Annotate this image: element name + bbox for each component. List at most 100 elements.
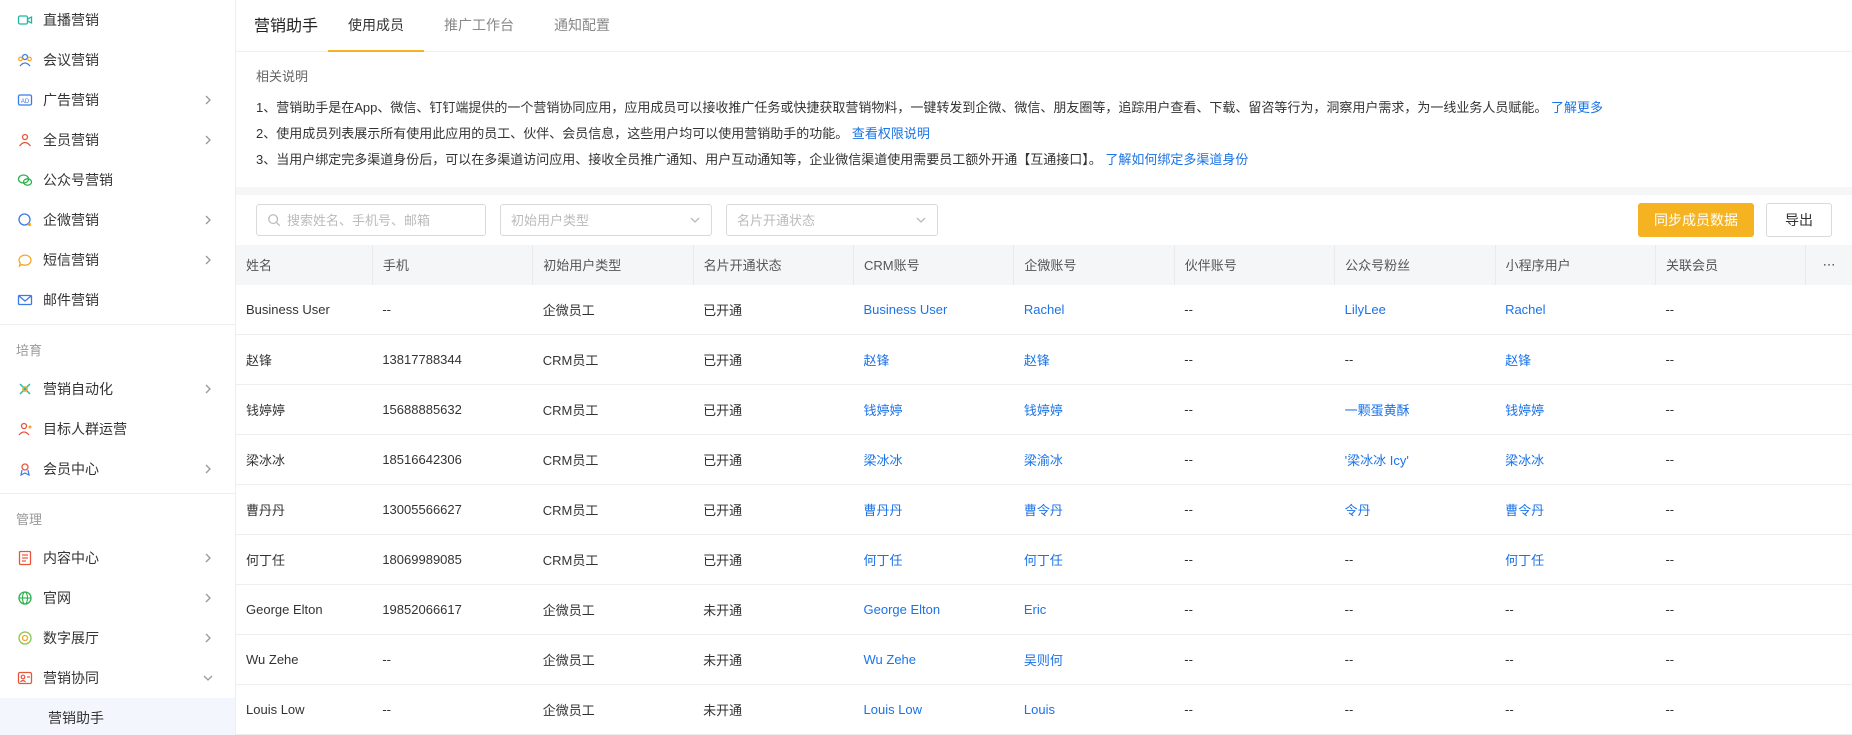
table-cell: -- xyxy=(1655,284,1806,335)
table-cell[interactable]: Business User xyxy=(853,284,1014,335)
description-title: 相关说明 xyxy=(256,69,309,84)
table-cell[interactable]: Louis xyxy=(1013,684,1175,735)
sidebar-item-label: 企微营销 xyxy=(43,212,99,228)
table-cell[interactable]: 曹丹丹 xyxy=(853,484,1014,535)
sidebar-item-mail[interactable]: 邮件营销 xyxy=(0,280,235,320)
table-cell: CRM员工 xyxy=(532,384,694,435)
learn-more-link[interactable]: 了解更多 xyxy=(1551,100,1603,115)
sidebar-item-automation[interactable]: 营销自动化 xyxy=(0,369,235,409)
table-cell[interactable]: 钱婷婷 xyxy=(1013,384,1175,435)
chevron-down-icon xyxy=(916,217,926,223)
export-button[interactable]: 导出 xyxy=(1766,202,1832,237)
table-cell[interactable]: Wu Zehe xyxy=(853,634,1014,685)
table-row[interactable]: Wu Zehe -- 企微员工 未开通 Wu Zehe 吴则何 -- -- -- -- xyxy=(236,634,1852,685)
table-cell[interactable]: 吴则何 xyxy=(1013,634,1175,685)
table-cell: CRM员工 xyxy=(532,484,694,535)
collab-icon xyxy=(16,669,34,687)
user-type-select[interactable]: 初始用户类型 xyxy=(500,203,712,236)
table-cell: -- xyxy=(372,284,533,335)
permission-link[interactable]: 查看权限说明 xyxy=(852,126,930,141)
top-tabs-bar: 营销助手 使用成员 推广工作台 通知配置 xyxy=(236,0,1852,52)
table-cell[interactable]: 曹令丹 xyxy=(1013,484,1175,535)
column-header: 企微账号 xyxy=(1013,244,1175,285)
chevron-right-icon xyxy=(201,631,215,645)
table-row[interactable]: 曹丹丹 13005566627 CRM员工 已开通 曹丹丹 曹令丹 -- 令丹 曹令丹 -- xyxy=(236,484,1852,535)
sidebar-item-ad[interactable]: AD 广告营销 xyxy=(0,80,235,120)
sidebar-item-meeting[interactable]: 会议营销 xyxy=(0,40,235,80)
table-cell: -- xyxy=(1174,584,1335,635)
table-cell: -- xyxy=(1174,484,1335,535)
table-cell: 何丁任 xyxy=(236,534,373,585)
table-cell[interactable]: 梁渝冰 xyxy=(1013,434,1175,485)
sync-members-button[interactable]: 同步成员数据 xyxy=(1638,202,1754,237)
table-cell: -- xyxy=(1655,384,1806,435)
table-cell xyxy=(1805,434,1852,485)
search-input[interactable]: 搜索姓名、手机号、邮箱 xyxy=(256,203,486,236)
table-cell: -- xyxy=(372,634,533,685)
sidebar-item-team[interactable]: 全员营销 xyxy=(0,120,235,160)
sidebar-item-content[interactable]: 内容中心 xyxy=(0,538,235,578)
tab-notification-config[interactable]: 通知配置 xyxy=(534,0,630,51)
card-status-placeholder: 名片开通状态 xyxy=(737,213,816,229)
table-cell[interactable]: '梁冰冰 Icy' xyxy=(1334,434,1496,485)
table-row[interactable]: George Elton 19852066617 企微员工 未开通 George Elt… xyxy=(236,584,1852,635)
table-cell[interactable]: 何丁任 xyxy=(1013,534,1175,585)
column-header: CRM账号 xyxy=(853,244,1015,285)
table-cell[interactable]: Rachel xyxy=(1495,284,1656,335)
table-cell[interactable]: 赵锋 xyxy=(1495,334,1656,385)
table-cell[interactable]: Louis Low xyxy=(853,684,1014,735)
table-row[interactable]: Louis Low -- 企微员工 未开通 Louis Low Louis -- -- -- -- xyxy=(236,684,1852,735)
column-settings-button[interactable]: ⋯ xyxy=(1805,244,1852,285)
sidebar-item-member[interactable]: 会员中心 xyxy=(0,449,235,489)
table-cell[interactable]: 赵锋 xyxy=(853,334,1014,385)
table-cell: 已开通 xyxy=(693,534,854,585)
table-row[interactable]: 赵锋 13817788344 CRM员工 已开通 赵锋 赵锋 -- -- 赵锋 -- xyxy=(236,334,1852,385)
table-cell[interactable]: LilyLee xyxy=(1334,284,1496,335)
sidebar-item-website[interactable]: 官网 xyxy=(0,578,235,618)
table-cell[interactable]: 何丁任 xyxy=(1495,534,1656,585)
table-cell: 未开通 xyxy=(693,634,854,685)
table-row[interactable]: 何丁任 18069989085 CRM员工 已开通 何丁任 何丁任 -- -- 何丁任 -- xyxy=(236,534,1852,585)
table-cell[interactable]: 令丹 xyxy=(1334,484,1496,535)
sidebar-item-wechat[interactable]: 公众号营销 xyxy=(0,160,235,200)
table-cell: 13005566627 xyxy=(372,484,533,535)
table-cell[interactable]: 曹令丹 xyxy=(1495,484,1656,535)
table-cell: CRM员工 xyxy=(532,534,694,585)
table-cell[interactable]: 何丁任 xyxy=(853,534,1014,585)
sidebar-item-hall[interactable]: 数字展厅 xyxy=(0,618,235,658)
table-row[interactable]: Business User -- 企微员工 已开通 Business User Rache… xyxy=(236,284,1852,335)
table-cell: -- xyxy=(1495,584,1656,635)
table-cell[interactable]: 梁冰冰 xyxy=(853,434,1014,485)
table-cell: 企微员工 xyxy=(532,634,694,685)
sidebar-subitem-marketing-assistant[interactable]: 营销助手 xyxy=(0,698,235,735)
table-cell[interactable]: Rachel xyxy=(1013,284,1175,335)
table-cell[interactable]: Eric xyxy=(1013,584,1175,635)
table-cell: 钱婷婷 xyxy=(236,384,373,435)
tab-promotion-workbench[interactable]: 推广工作台 xyxy=(424,0,534,51)
table-cell: 企微员工 xyxy=(532,284,694,335)
sidebar-item-label: 会议营销 xyxy=(43,52,99,68)
sidebar-item-target-audience[interactable]: 目标人群运营 xyxy=(0,409,235,449)
table-cell: -- xyxy=(1174,534,1335,585)
table-cell[interactable]: 钱婷婷 xyxy=(1495,384,1656,435)
sidebar-item-wecom[interactable]: 企微营销 xyxy=(0,200,235,240)
table-row[interactable]: 钱婷婷 15688885632 CRM员工 已开通 钱婷婷 钱婷婷 -- 一颗蛋黄酥 钱婷婷 -- xyxy=(236,384,1852,435)
table-cell[interactable]: 钱婷婷 xyxy=(853,384,1014,435)
mail-icon xyxy=(16,291,34,309)
table-cell[interactable]: George Elton xyxy=(853,584,1014,635)
multi-channel-link[interactable]: 了解如何绑定多渠道身份 xyxy=(1105,152,1248,167)
sidebar-item-label: 内容中心 xyxy=(43,550,99,566)
table-cell xyxy=(1805,484,1852,535)
table-cell[interactable]: 一颗蛋黄酥 xyxy=(1334,384,1496,435)
table-cell xyxy=(1805,534,1852,585)
table-cell: 18516642306 xyxy=(372,434,533,485)
table-cell[interactable]: 赵锋 xyxy=(1013,334,1175,385)
sidebar-item-collab[interactable]: 营销协同 xyxy=(0,658,235,698)
table-cell: 梁冰冰 xyxy=(236,434,373,485)
table-cell[interactable]: 梁冰冰 xyxy=(1495,434,1656,485)
table-row[interactable]: 梁冰冰 18516642306 CRM员工 已开通 梁冰冰 梁渝冰 -- '梁冰冰 Icy' 梁… xyxy=(236,434,1852,485)
sidebar-item-sms[interactable]: 短信营销 xyxy=(0,240,235,280)
card-status-select[interactable]: 名片开通状态 xyxy=(726,203,938,236)
tab-members[interactable]: 使用成员 xyxy=(328,0,425,52)
sidebar-item-video[interactable]: 直播营销 xyxy=(0,0,235,40)
